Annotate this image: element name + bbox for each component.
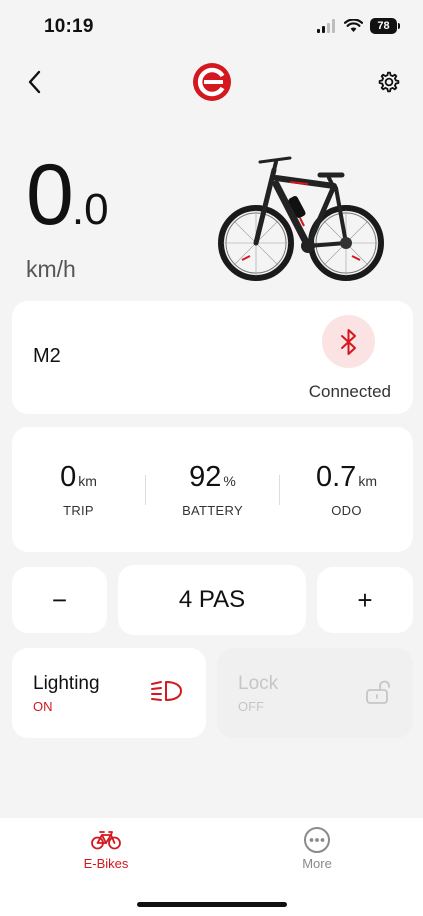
odo-value: 0.7 [316, 461, 357, 493]
battery-value: 92 [189, 461, 222, 493]
battery-label: BATTERY [182, 503, 243, 518]
tab-more-label: More [302, 856, 332, 871]
stat-trip: 0 km TRIP [12, 461, 145, 519]
device-name: M2 [33, 345, 61, 367]
chevron-left-icon [28, 70, 41, 94]
bike-image [218, 156, 384, 281]
battery-indicator: 78 [370, 18, 400, 34]
stat-odo: 0.7 km ODO [280, 461, 413, 519]
speed-decimal: .0 [71, 185, 109, 234]
tab-more[interactable]: More [257, 826, 377, 871]
signal-icon [317, 19, 335, 33]
connection-status: Connected [308, 382, 391, 401]
bicycle-icon [91, 831, 121, 850]
bluetooth-icon [340, 328, 356, 355]
battery-unit: % [223, 473, 236, 489]
back-button[interactable] [18, 66, 50, 98]
status-icons: 78 [317, 18, 400, 34]
device-card[interactable]: M2 Connected [12, 301, 413, 414]
trip-unit: km [78, 473, 97, 489]
trip-value: 0 [60, 461, 77, 493]
tab-bar: E-Bikes More [0, 818, 423, 916]
status-time: 10:19 [44, 16, 94, 37]
speed-readout: 0 .0 [26, 152, 109, 238]
stat-battery: 92% BATTERY [146, 461, 279, 519]
settings-button[interactable] [373, 66, 405, 98]
gear-icon [378, 71, 400, 93]
odo-unit: km [358, 473, 377, 489]
more-icon [304, 827, 330, 853]
bluetooth-button[interactable] [322, 315, 375, 368]
lighting-title: Lighting [33, 673, 100, 694]
tab-e-bikes[interactable]: E-Bikes [46, 826, 166, 871]
pas-increase-button[interactable]: + [317, 567, 413, 633]
pas-level-display: 4 PAS [118, 565, 306, 635]
lighting-toggle[interactable]: Lighting ON [12, 648, 206, 738]
unlock-icon [366, 680, 390, 704]
app-logo-icon [193, 63, 231, 101]
wifi-icon [344, 19, 363, 32]
lock-toggle[interactable]: Lock OFF [217, 648, 413, 738]
lighting-state: ON [33, 699, 53, 714]
battery-level: 78 [377, 20, 390, 32]
pas-decrease-button[interactable]: − [12, 567, 107, 633]
status-bar: 10:19 78 [0, 0, 423, 56]
stats-card: 0 km TRIP 92% BATTERY 0.7 km ODO [12, 427, 413, 552]
lock-state: OFF [238, 699, 264, 714]
speed-integer: 0 [26, 147, 74, 243]
headlight-icon [151, 681, 182, 701]
odo-label: ODO [331, 503, 362, 518]
tab-e-bikes-label: E-Bikes [83, 856, 129, 871]
header [0, 60, 423, 104]
lock-title: Lock [238, 673, 279, 694]
speed-unit: km/h [26, 256, 76, 282]
home-indicator [137, 902, 287, 907]
trip-label: TRIP [63, 503, 94, 518]
